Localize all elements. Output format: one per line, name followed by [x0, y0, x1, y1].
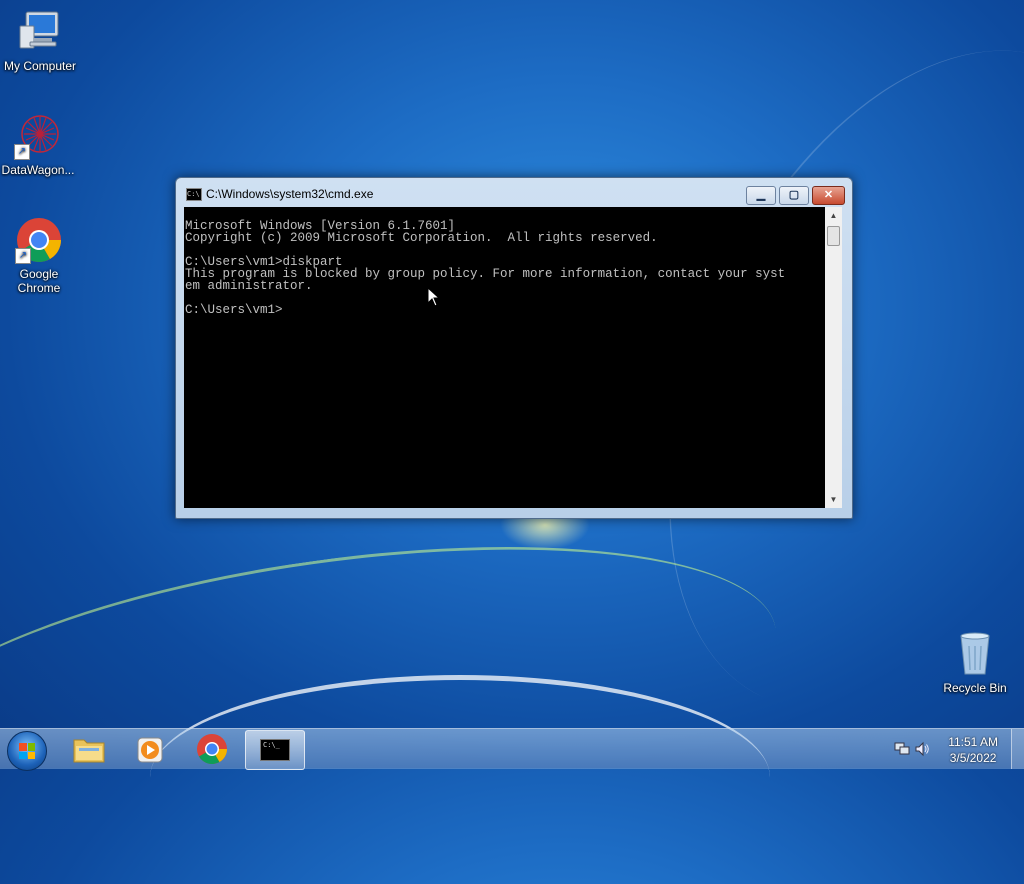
taskbar: C:\_ 11:51 AM 3/5/2022 — [0, 728, 1024, 771]
system-tray: 11:51 AM 3/5/2022 — [884, 729, 1024, 769]
close-button[interactable]: ✕ — [812, 186, 845, 205]
desktop-icon-recycle-bin[interactable]: Recycle Bin — [935, 630, 1015, 695]
cmd-icon: C:\_ — [260, 739, 290, 761]
scroll-up-arrow-icon[interactable]: ▲ — [825, 207, 842, 224]
desktop-icon-label: Recycle Bin — [943, 681, 1007, 695]
taskbar-media-player-button[interactable] — [121, 730, 179, 768]
cmd-icon: C:\ — [186, 188, 202, 201]
console-area[interactable]: Microsoft Windows [Version 6.1.7601] Copy… — [184, 207, 842, 508]
window-titlebar[interactable]: C:\ C:\Windows\system32\cmd.exe ▁ ▢ ✕ — [176, 178, 852, 206]
volume-icon[interactable] — [914, 741, 930, 762]
scroll-down-arrow-icon[interactable]: ▼ — [825, 491, 842, 508]
desktop-icon-label: My Computer — [3, 59, 77, 73]
show-desktop-button[interactable] — [1011, 729, 1024, 769]
minimize-button[interactable]: ▁ — [746, 186, 776, 205]
cmd-window[interactable]: C:\ C:\Windows\system32\cmd.exe ▁ ▢ ✕ Mi… — [175, 177, 853, 519]
desktop-icon-datawagon[interactable]: ↗ DataWagon... — [0, 112, 78, 177]
clock-time: 11:51 AM — [948, 735, 998, 749]
desktop-icon-my-computer[interactable]: My Computer — [0, 8, 80, 73]
media-player-icon — [137, 737, 163, 763]
window-title: C:\Windows\system32\cmd.exe — [206, 187, 374, 201]
shortcut-arrow-icon: ↗ — [15, 248, 31, 264]
console-line: em administrator. — [185, 279, 313, 293]
datawagon-icon: ↗ — [14, 112, 62, 160]
console-line: Copyright (c) 2009 Microsoft Corporation… — [185, 231, 658, 245]
console-line: C:\Users\vm1> — [185, 303, 283, 317]
console-output[interactable]: Microsoft Windows [Version 6.1.7601] Copy… — [185, 208, 825, 506]
chrome-icon: ↗ — [15, 216, 63, 264]
scroll-thumb[interactable] — [827, 226, 840, 246]
windows-logo-icon — [19, 743, 35, 759]
start-button[interactable] — [7, 731, 47, 771]
mouse-cursor-icon — [427, 286, 441, 312]
chrome-icon — [197, 734, 227, 765]
taskbar-chrome-button[interactable] — [183, 730, 241, 768]
wallpaper-swoosh — [150, 675, 770, 880]
taskbar-explorer-button[interactable] — [60, 730, 118, 768]
maximize-button[interactable]: ▢ — [779, 186, 809, 205]
desktop-icon-google-chrome[interactable]: ↗ Google Chrome — [0, 216, 79, 295]
taskbar-clock[interactable]: 11:51 AM 3/5/2022 — [948, 734, 998, 766]
vertical-scrollbar[interactable]: ▲ ▼ — [825, 207, 842, 508]
network-icon[interactable] — [894, 742, 910, 761]
taskbar-cmd-button[interactable]: C:\_ — [245, 730, 305, 770]
clock-date: 3/5/2022 — [949, 751, 997, 765]
shortcut-arrow-icon: ↗ — [14, 144, 30, 160]
computer-icon — [16, 8, 64, 56]
desktop-icon-label: Google Chrome — [17, 267, 61, 295]
desktop-icon-label: DataWagon... — [1, 163, 75, 177]
recycle-bin-icon — [951, 630, 999, 678]
folder-icon — [73, 739, 105, 763]
